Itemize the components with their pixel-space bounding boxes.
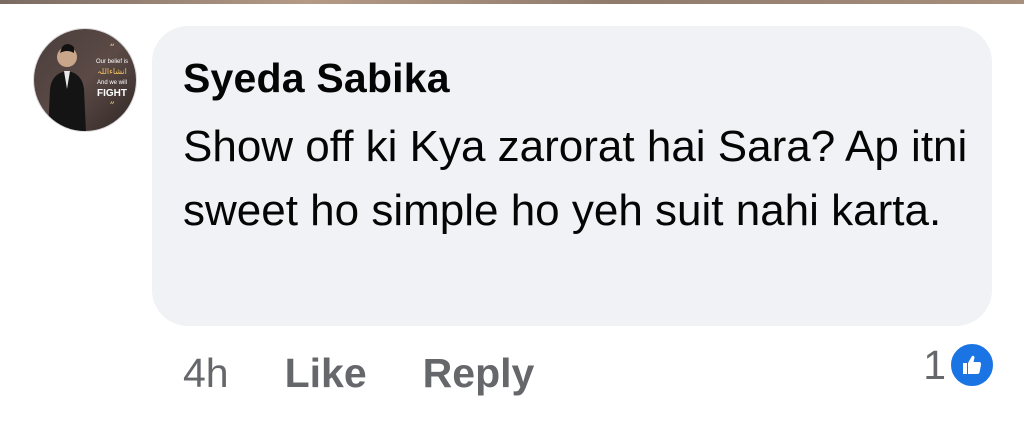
top-edge-strip [0,0,1024,4]
avatar-quote-open: “ [109,43,114,54]
thumbs-up-icon [948,341,996,389]
reaction-summary[interactable]: 1 [923,340,996,390]
avatar-line4: FIGHT [97,88,127,99]
comment-actions: 4h Like Reply [183,348,534,398]
reaction-count: 1 [923,341,946,388]
avatar-line2: انشاءاللہ [97,67,127,76]
reply-button[interactable]: Reply [423,350,535,397]
avatar-quote-close: ” [109,101,114,112]
avatar-line1: Our belief is [96,59,128,65]
avatar-image: “ Our belief is انشاءاللہ And we will FI… [34,29,136,131]
like-button[interactable]: Like [285,350,367,397]
avatar[interactable]: “ Our belief is انشاءاللہ And we will FI… [33,28,137,132]
comment-timestamp[interactable]: 4h [183,350,229,397]
avatar-line3: And we will [97,80,127,86]
comment-author[interactable]: Syeda Sabika [183,52,450,104]
comment-text: Show off ki Kya zarorat hai Sara? Ap itn… [183,122,968,235]
